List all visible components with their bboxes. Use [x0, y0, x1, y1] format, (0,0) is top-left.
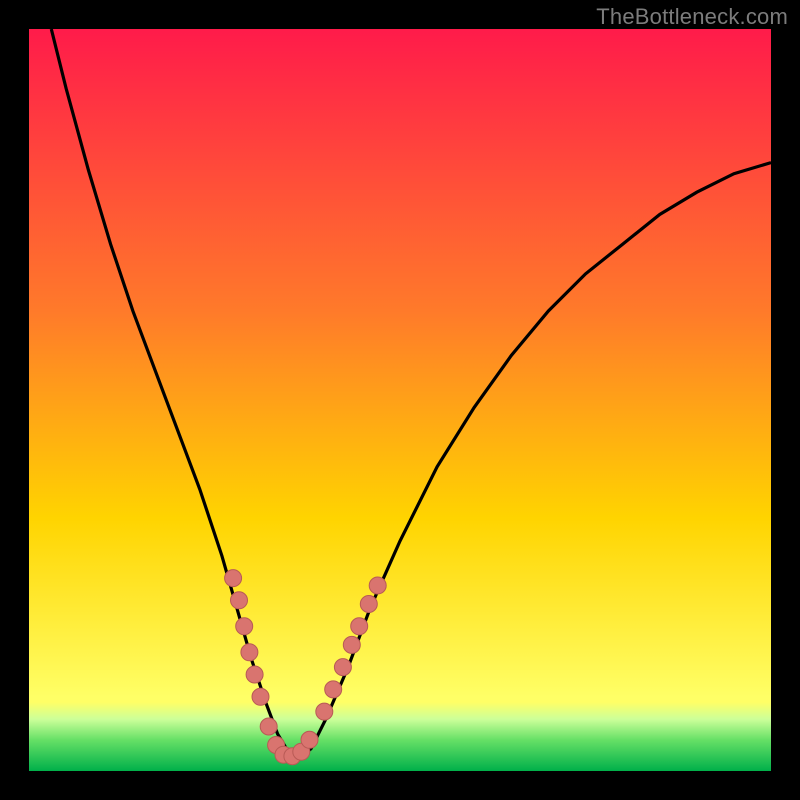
bottleneck-curve [51, 29, 771, 758]
data-marker [301, 731, 318, 748]
watermark-text: TheBottleneck.com [596, 4, 788, 30]
chart-svg [29, 29, 771, 771]
data-marker [360, 596, 377, 613]
chart-frame: TheBottleneck.com [0, 0, 800, 800]
data-marker [369, 577, 386, 594]
marker-group [225, 570, 387, 765]
data-marker [325, 681, 342, 698]
data-marker [334, 659, 351, 676]
data-marker [351, 618, 368, 635]
data-marker [236, 618, 253, 635]
data-marker [343, 636, 360, 653]
data-marker [316, 703, 333, 720]
data-marker [231, 592, 248, 609]
data-marker [260, 718, 277, 735]
data-marker [225, 570, 242, 587]
data-marker [241, 644, 258, 661]
data-marker [252, 688, 269, 705]
data-marker [246, 666, 263, 683]
